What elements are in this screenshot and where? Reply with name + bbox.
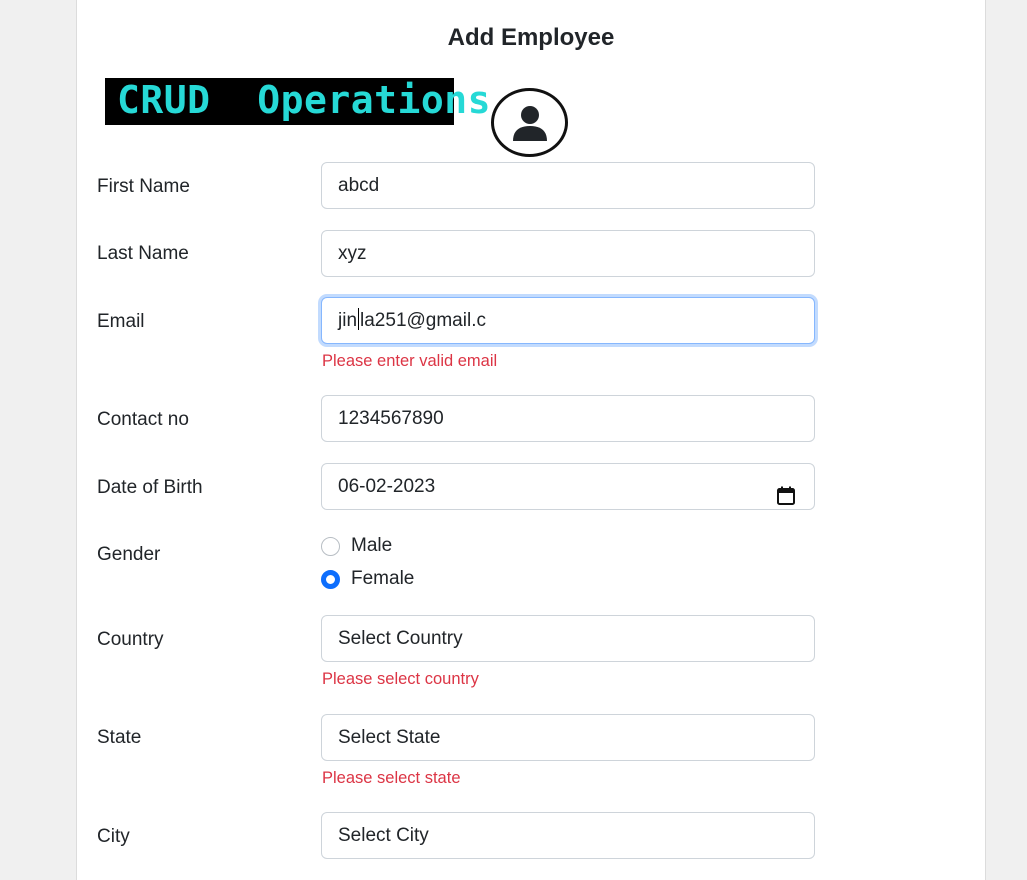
email-input[interactable]: jin la251@gmail.c [321,297,815,344]
email-label: Email [97,311,145,332]
male-radio-label: Male [351,535,393,556]
email-value-before-caret: jin [338,310,358,331]
last-name-input[interactable]: xyz [321,230,815,277]
country-error: Please select country [322,670,479,688]
email-error: Please enter valid email [322,352,498,370]
dob-input[interactable]: 06-02-2023 [321,463,815,510]
state-select[interactable]: Select State [321,714,815,761]
state-error: Please select state [322,769,461,787]
page-title: Add Employee [447,24,615,51]
country-label: Country [97,629,164,650]
male-radio[interactable] [321,536,340,556]
contact-input[interactable]: 1234567890 [321,395,815,442]
gender-option-female[interactable]: Female [321,568,414,590]
crud-operations-banner: CRUD Operations [105,78,491,125]
contact-label: Contact no [97,409,189,430]
email-value-after-caret: la251@gmail.c [360,310,486,331]
gender-option-male[interactable]: Male [321,535,392,557]
dob-value: 06-02-2023 [338,476,436,497]
country-select[interactable]: Select Country [321,615,815,662]
text-caret [358,308,360,330]
calendar-icon[interactable] [777,477,795,509]
city-label: City [97,826,130,847]
first-name-label: First Name [97,176,190,197]
dob-label: Date of Birth [97,477,203,498]
state-label: State [97,727,142,748]
gender-label: Gender [97,544,161,565]
female-radio-label: Female [351,568,415,589]
city-select[interactable]: Select City [321,812,815,859]
female-radio[interactable] [321,569,340,589]
last-name-label: Last Name [97,243,189,264]
employee-form-card: Add Employee CRUD Operations First Name … [76,0,986,880]
first-name-input[interactable]: abcd [321,162,815,209]
user-avatar-icon [491,88,568,157]
